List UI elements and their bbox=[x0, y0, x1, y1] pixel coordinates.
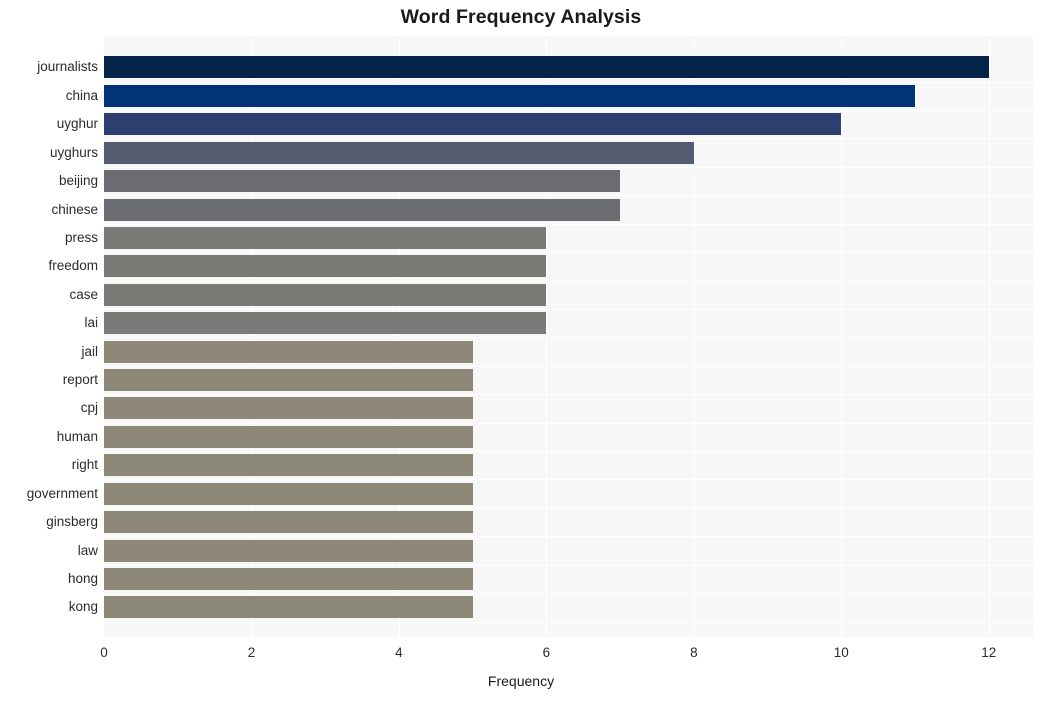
plot-area bbox=[104, 36, 1033, 637]
y-axis-tick-label: press bbox=[64, 229, 98, 245]
y-axis-tick-label: hong bbox=[67, 570, 98, 586]
bar bbox=[104, 340, 473, 363]
bar-row bbox=[104, 596, 1033, 619]
horizontal-gridline bbox=[104, 622, 1033, 623]
x-axis-title: Frequency bbox=[487, 673, 555, 689]
bar bbox=[104, 369, 473, 392]
y-axis-tick-label: freedom bbox=[48, 258, 98, 274]
bar bbox=[104, 226, 547, 249]
chart-title: Word Frequency Analysis bbox=[400, 6, 642, 28]
bar bbox=[104, 312, 547, 335]
bar-row bbox=[104, 454, 1033, 477]
bar bbox=[104, 482, 473, 505]
y-axis-tick-label: uyghur bbox=[56, 116, 98, 132]
bar-row bbox=[104, 84, 1033, 107]
x-axis-tick-label: 2 bbox=[247, 645, 256, 660]
bar-row bbox=[104, 482, 1033, 505]
y-axis-tick-label: journalists bbox=[37, 59, 98, 75]
y-axis-tick-label: china bbox=[65, 87, 98, 103]
y-axis-tick-label: jail bbox=[81, 343, 98, 359]
horizontal-gridline bbox=[104, 138, 1033, 139]
horizontal-gridline bbox=[104, 252, 1033, 253]
bar-row bbox=[104, 113, 1033, 136]
horizontal-gridline bbox=[104, 337, 1033, 338]
x-axis-tick-label: 4 bbox=[395, 645, 403, 660]
bar bbox=[104, 198, 621, 221]
bar bbox=[104, 511, 473, 534]
horizontal-gridline bbox=[104, 508, 1033, 509]
horizontal-gridline bbox=[104, 110, 1033, 111]
bar bbox=[104, 283, 547, 306]
bar bbox=[104, 596, 473, 619]
horizontal-gridline bbox=[104, 423, 1033, 424]
horizontal-gridline bbox=[104, 593, 1033, 594]
bar bbox=[104, 255, 547, 278]
y-axis-tick-label: kong bbox=[68, 599, 98, 615]
bar-row bbox=[104, 283, 1033, 306]
horizontal-gridline bbox=[104, 536, 1033, 537]
horizontal-gridline bbox=[104, 281, 1033, 282]
bar-row bbox=[104, 369, 1033, 392]
bar-row bbox=[104, 141, 1033, 164]
y-axis-tick-label: government bbox=[26, 485, 98, 501]
horizontal-gridline bbox=[104, 451, 1033, 452]
y-axis-tick-label: chinese bbox=[51, 201, 98, 217]
horizontal-gridline bbox=[104, 224, 1033, 225]
bar bbox=[104, 397, 473, 420]
bar bbox=[104, 56, 989, 79]
horizontal-gridline bbox=[104, 82, 1033, 83]
bar bbox=[104, 113, 842, 136]
horizontal-gridline bbox=[104, 366, 1033, 367]
bar bbox=[104, 84, 916, 107]
bar-row bbox=[104, 539, 1033, 562]
bar bbox=[104, 539, 473, 562]
y-axis-tick-label: lai bbox=[84, 315, 98, 331]
word-frequency-chart-figure: Word Frequency Analysis journalists china… bbox=[0, 0, 1042, 701]
bar-row bbox=[104, 170, 1033, 193]
bar-row bbox=[104, 56, 1033, 79]
horizontal-gridline bbox=[104, 309, 1033, 310]
y-axis-tick-label: law bbox=[77, 542, 98, 558]
bar-row bbox=[104, 511, 1033, 534]
y-axis-tick-label: right bbox=[71, 457, 98, 473]
bar bbox=[104, 567, 473, 590]
bar-row bbox=[104, 198, 1033, 221]
bar-row bbox=[104, 567, 1033, 590]
x-axis-tick-label: 0 bbox=[100, 645, 108, 660]
y-axis-tick-label: ginsberg bbox=[46, 514, 98, 530]
bar-row bbox=[104, 312, 1033, 335]
x-axis-tick-label: 10 bbox=[833, 645, 849, 660]
y-axis-tick-label: uyghurs bbox=[49, 144, 98, 160]
bar-row bbox=[104, 397, 1033, 420]
x-axis-tick-label: 8 bbox=[690, 645, 698, 660]
horizontal-gridline bbox=[104, 565, 1033, 566]
y-axis-tick-labels: journalists china uyghur uyghurs beijing chin… bbox=[0, 36, 98, 637]
bar bbox=[104, 170, 621, 193]
horizontal-gridline bbox=[104, 167, 1033, 168]
bar-row bbox=[104, 425, 1033, 448]
y-axis-tick-label: beijing bbox=[58, 173, 98, 189]
y-axis-tick-label: human bbox=[56, 428, 98, 444]
x-axis-tick-label: 6 bbox=[542, 645, 551, 660]
horizontal-gridline bbox=[104, 195, 1033, 196]
bar bbox=[104, 141, 694, 164]
bar-row bbox=[104, 340, 1033, 363]
bar bbox=[104, 454, 473, 477]
y-axis-tick-label: case bbox=[69, 286, 98, 302]
bar-row bbox=[104, 255, 1033, 278]
y-axis-tick-label: report bbox=[62, 372, 98, 388]
bar bbox=[104, 425, 473, 448]
horizontal-gridline bbox=[104, 394, 1033, 395]
x-axis-tick-label: 12 bbox=[981, 645, 997, 660]
horizontal-gridline bbox=[104, 479, 1033, 480]
x-axis-tick-labels: 0 2 4 6 8 10 12 bbox=[0, 645, 1042, 667]
y-axis-tick-label: cpj bbox=[80, 400, 98, 416]
bar-row bbox=[104, 226, 1033, 249]
